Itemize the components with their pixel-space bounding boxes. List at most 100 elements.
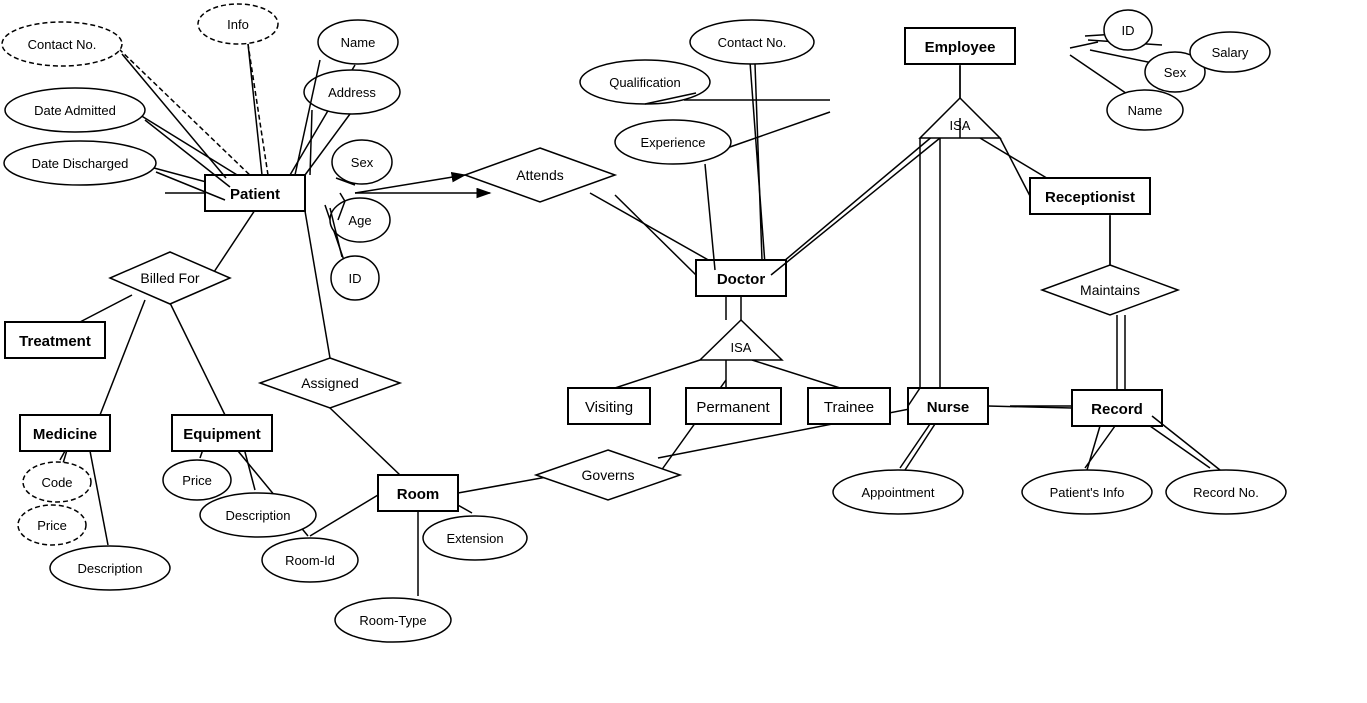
attr-patient-address: Address bbox=[304, 70, 400, 114]
attr-qualification: Qualification bbox=[580, 60, 710, 104]
attr-patient-age: Age bbox=[330, 198, 390, 242]
attr-doc-contact: Contact No. bbox=[690, 20, 814, 64]
attr-room-type: Room-Type bbox=[335, 598, 451, 642]
svg-text:Sex: Sex bbox=[351, 155, 374, 170]
entity-nurse: Nurse bbox=[908, 388, 988, 424]
svg-text:Billed For: Billed For bbox=[140, 270, 199, 286]
line bbox=[1087, 426, 1100, 470]
line bbox=[90, 451, 108, 545]
line bbox=[248, 44, 268, 175]
entity-doctor: Doctor bbox=[696, 260, 786, 296]
svg-text:Code: Code bbox=[41, 475, 72, 490]
attr-patients-info: Patient's Info bbox=[1022, 470, 1152, 514]
line-emp-isa-doc bbox=[771, 138, 940, 275]
svg-text:Price: Price bbox=[37, 518, 67, 533]
svg-text:Age: Age bbox=[348, 213, 371, 228]
line bbox=[80, 295, 132, 322]
entity-medicine: Medicine bbox=[20, 415, 110, 451]
entity-permanent: Permanent bbox=[686, 388, 781, 424]
svg-text:Record No.: Record No. bbox=[1193, 485, 1259, 500]
svg-text:Date Admitted: Date Admitted bbox=[34, 103, 116, 118]
rel-maintains: Maintains bbox=[1042, 265, 1178, 315]
svg-text:Address: Address bbox=[328, 85, 376, 100]
svg-text:Nurse: Nurse bbox=[927, 399, 970, 416]
line bbox=[615, 360, 700, 388]
entity-trainee: Trainee bbox=[808, 388, 890, 424]
line bbox=[615, 195, 696, 275]
svg-text:Description: Description bbox=[225, 508, 290, 523]
svg-text:Name: Name bbox=[341, 35, 376, 50]
svg-text:Record: Record bbox=[1091, 401, 1143, 418]
svg-text:Date Discharged: Date Discharged bbox=[32, 156, 129, 171]
svg-text:Experience: Experience bbox=[640, 135, 705, 150]
svg-text:Employee: Employee bbox=[925, 39, 996, 56]
svg-text:Treatment: Treatment bbox=[19, 333, 91, 350]
attr-patient-sex: Sex bbox=[332, 140, 392, 184]
svg-text:Name: Name bbox=[1128, 103, 1163, 118]
line bbox=[727, 112, 830, 148]
svg-text:Assigned: Assigned bbox=[301, 375, 359, 391]
line bbox=[1150, 426, 1210, 468]
svg-text:Contact No.: Contact No. bbox=[28, 37, 97, 52]
entity-visiting: Visiting bbox=[568, 388, 650, 424]
line bbox=[1070, 42, 1098, 48]
rel-billed-for: Billed For bbox=[110, 252, 230, 304]
line bbox=[305, 211, 330, 358]
svg-text:Room: Room bbox=[397, 486, 440, 503]
svg-text:Description: Description bbox=[77, 561, 142, 576]
svg-text:ID: ID bbox=[349, 271, 362, 286]
svg-text:Medicine: Medicine bbox=[33, 426, 97, 443]
attr-med-price: Price bbox=[18, 505, 86, 545]
line bbox=[248, 44, 262, 175]
attr-date-discharged: Date Discharged bbox=[4, 141, 156, 185]
svg-text:ISA: ISA bbox=[950, 118, 971, 133]
line-emp-isa-rec bbox=[1000, 138, 1030, 196]
entity-room: Room bbox=[378, 475, 458, 511]
svg-text:Extension: Extension bbox=[446, 531, 503, 546]
attr-room-id: Room-Id bbox=[262, 538, 358, 582]
attr-emp-name: Name bbox=[1107, 90, 1183, 130]
line bbox=[752, 360, 840, 388]
attr-equip-price: Price bbox=[163, 460, 231, 500]
svg-text:Appointment: Appointment bbox=[862, 485, 935, 500]
svg-text:Visiting: Visiting bbox=[585, 399, 633, 416]
line bbox=[590, 193, 726, 270]
attr-med-desc: Description bbox=[50, 546, 170, 590]
line bbox=[705, 164, 715, 270]
entity-receptionist: Receptionist bbox=[1030, 178, 1150, 214]
attr-patient-name: Name bbox=[318, 20, 398, 64]
isa-employee: ISA bbox=[920, 98, 1000, 138]
line bbox=[100, 300, 145, 415]
svg-text:Trainee: Trainee bbox=[824, 399, 874, 416]
line bbox=[905, 424, 935, 470]
line bbox=[1152, 416, 1220, 470]
er-diagram: Patient Employee Treatment Medicine Equi… bbox=[0, 0, 1367, 703]
attr-emp-salary: Salary bbox=[1190, 32, 1270, 72]
line bbox=[755, 64, 762, 260]
attr-patient-contact: Contact No. bbox=[2, 22, 122, 66]
line bbox=[210, 210, 255, 278]
line bbox=[310, 495, 378, 536]
entity-patient: Patient bbox=[205, 175, 305, 211]
attr-experience: Experience bbox=[615, 120, 731, 164]
attr-emp-id: ID bbox=[1104, 10, 1152, 50]
attr-patient-id: ID bbox=[331, 256, 379, 300]
attr-equip-desc: Description bbox=[200, 493, 316, 537]
svg-text:Patient's Info: Patient's Info bbox=[1050, 485, 1125, 500]
entity-record: Record bbox=[1072, 390, 1162, 426]
entity-employee: Employee bbox=[905, 28, 1015, 64]
svg-text:Contact No.: Contact No. bbox=[718, 35, 787, 50]
svg-text:Maintains: Maintains bbox=[1080, 282, 1140, 298]
svg-text:Info: Info bbox=[227, 17, 249, 32]
isa-doctor: ISA bbox=[700, 320, 782, 360]
svg-text:ID: ID bbox=[1122, 23, 1135, 38]
line bbox=[295, 60, 320, 175]
line bbox=[330, 408, 400, 475]
svg-text:Equipment: Equipment bbox=[183, 426, 261, 443]
attr-date-admitted: Date Admitted bbox=[5, 88, 145, 132]
line bbox=[170, 303, 225, 415]
line bbox=[750, 62, 766, 278]
svg-text:Permanent: Permanent bbox=[696, 399, 770, 416]
entity-equipment: Equipment bbox=[172, 415, 272, 451]
rel-assigned: Assigned bbox=[260, 358, 400, 408]
